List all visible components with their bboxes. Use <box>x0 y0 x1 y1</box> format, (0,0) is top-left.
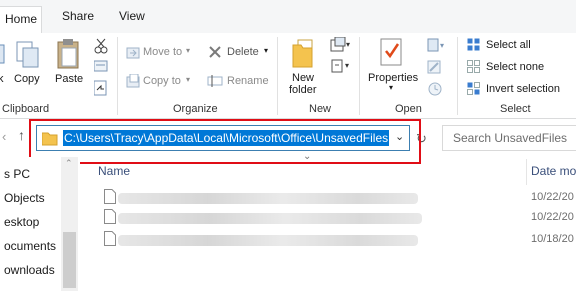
copy-icon[interactable] <box>15 40 41 73</box>
new-item-icon[interactable]: ▾ <box>330 36 352 56</box>
rename-icon[interactable] <box>207 74 223 91</box>
highlight-box <box>29 119 421 164</box>
copy-to-icon[interactable] <box>126 73 140 91</box>
easy-access-icon[interactable]: ▾ <box>330 58 352 77</box>
tab-view[interactable]: View <box>119 9 145 23</box>
nav-item-this-pc[interactable]: s PC <box>4 167 30 181</box>
select-all-button[interactable]: Select all <box>486 39 531 51</box>
file-row[interactable]: 10/22/20 <box>98 188 576 208</box>
invert-selection-button[interactable]: Invert selection <box>486 83 560 95</box>
chevron-down-icon: ▾ <box>264 46 269 55</box>
ribbon-separator <box>117 37 118 115</box>
nav-pane-scroll-thumb[interactable] <box>63 232 76 288</box>
tab-share[interactable]: Share <box>62 9 94 23</box>
ribbon-separator <box>277 37 278 115</box>
nav-item-desktop[interactable]: esktop <box>4 215 39 229</box>
new-folder-icon[interactable] <box>292 39 316 72</box>
select-none-button[interactable]: Select none <box>486 61 544 73</box>
nav-item-documents[interactable]: ocuments <box>4 239 56 253</box>
file-row[interactable]: 10/18/20 <box>98 230 576 250</box>
file-name-redacted <box>118 213 422 224</box>
ribbon-separator <box>359 37 360 115</box>
history-icon[interactable] <box>427 82 443 99</box>
properties-icon[interactable] <box>379 37 405 70</box>
clipboard-group-label: Clipboard <box>2 103 50 115</box>
nav-item-downloads[interactable]: ownloads <box>4 263 55 277</box>
pin-icon[interactable] <box>0 43 6 68</box>
file-date: 10/22/20 <box>531 191 574 203</box>
pin-label-fragment: k <box>0 73 4 85</box>
delete-icon[interactable] <box>208 45 222 62</box>
copy-to-button[interactable]: Copy to <box>143 75 181 87</box>
ribbon-separator <box>457 37 458 115</box>
svg-text:▾: ▾ <box>346 40 350 49</box>
cut-icon[interactable] <box>94 38 108 57</box>
delete-button[interactable]: Delete <box>227 46 259 58</box>
rename-button[interactable]: Rename <box>227 75 269 87</box>
select-all-icon[interactable] <box>467 38 481 55</box>
select-none-icon[interactable] <box>467 60 481 77</box>
file-row[interactable]: 10/22/20 <box>98 208 576 228</box>
file-date: 10/18/20 <box>531 233 574 245</box>
chevron-down-icon: ▾ <box>186 75 191 84</box>
properties-button[interactable]: Properties <box>368 72 418 84</box>
column-header-date[interactable]: Date mo <box>531 157 576 187</box>
ribbon: k Copy Paste Clipboard Move to ▾ Copy to… <box>0 33 576 119</box>
nav-item-3d-objects[interactable]: Objects <box>4 191 45 205</box>
new-group-label: New <box>309 103 332 115</box>
file-name-redacted <box>118 235 418 246</box>
open-icon[interactable]: ▾ <box>427 38 447 55</box>
file-name-redacted <box>118 193 418 204</box>
file-icon <box>104 231 116 249</box>
search-input[interactable]: Search UnsavedFiles <box>442 125 576 151</box>
chevron-down-icon: ▾ <box>389 83 394 92</box>
file-icon <box>104 209 116 227</box>
file-date: 10/22/20 <box>531 211 574 223</box>
new-folder-label-line2[interactable]: folder <box>289 84 317 96</box>
invert-selection-icon[interactable] <box>467 82 481 99</box>
move-to-icon[interactable] <box>126 45 140 62</box>
file-icon <box>104 189 116 207</box>
paste-shortcut-icon[interactable] <box>93 80 108 99</box>
paste-button[interactable]: Paste <box>55 73 83 85</box>
select-group-label: Select <box>500 103 531 115</box>
chevron-down-icon: ▾ <box>186 46 191 55</box>
collapse-chevron-icon[interactable]: ⌄ <box>303 151 311 162</box>
open-group-label: Open <box>395 103 422 115</box>
column-separator[interactable] <box>526 159 527 185</box>
new-folder-label-line1[interactable]: New <box>292 72 314 84</box>
organize-group-label: Organize <box>173 103 218 115</box>
svg-text:▾: ▾ <box>345 61 349 70</box>
scroll-up-icon[interactable]: ⌃ <box>65 158 73 169</box>
back-arrow-icon[interactable]: ‹ <box>2 129 6 144</box>
edit-icon[interactable] <box>427 60 443 77</box>
copy-path-icon[interactable] <box>93 60 108 75</box>
tab-home[interactable]: Home <box>0 6 42 33</box>
ribbon-tab-bar: Home Share View <box>0 0 576 34</box>
copy-button[interactable]: Copy <box>14 73 40 85</box>
column-header-name[interactable]: Name <box>98 157 130 187</box>
paste-icon[interactable] <box>56 37 82 74</box>
move-to-button[interactable]: Move to <box>143 46 182 58</box>
up-arrow-icon[interactable]: ↑ <box>18 127 25 143</box>
svg-text:▾: ▾ <box>440 41 444 50</box>
